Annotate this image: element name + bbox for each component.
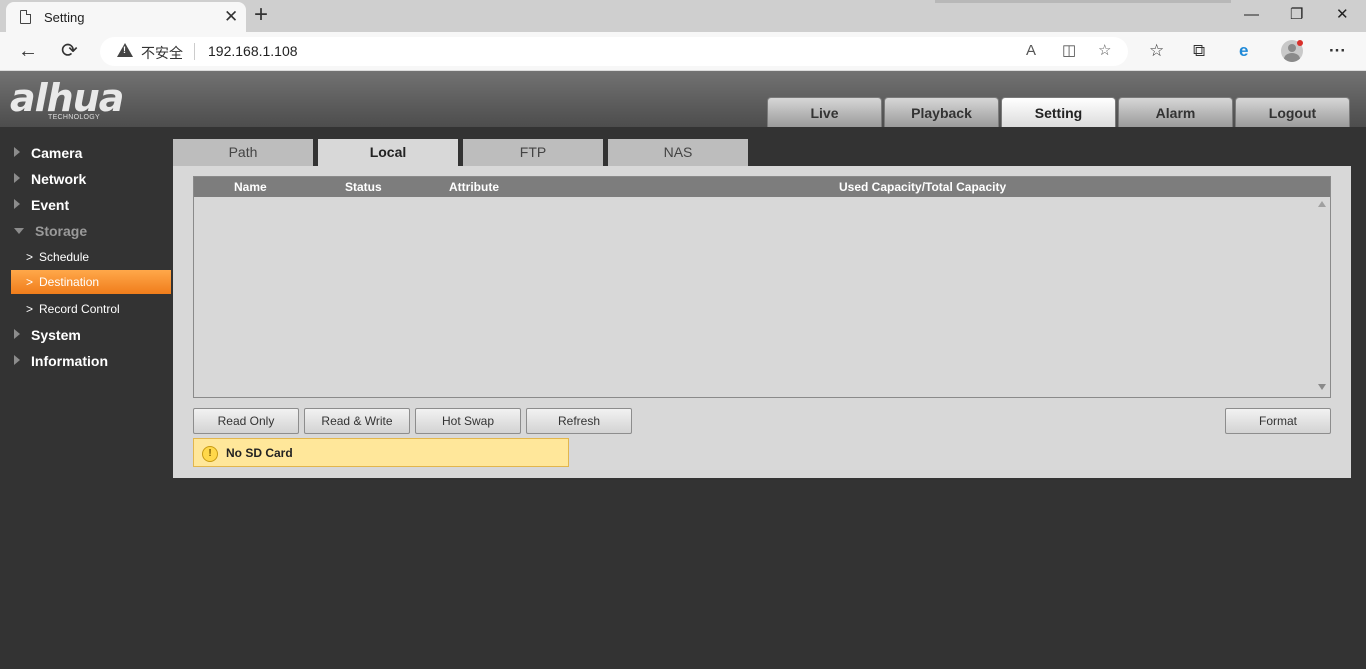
format-button[interactable]: Format: [1225, 408, 1331, 434]
collapse-arrow-icon: [14, 228, 24, 234]
logo-subtitle: TECHNOLOGY: [48, 114, 101, 121]
local-storage-panel: Name Status Attribute Used Capacity/Tota…: [173, 166, 1351, 478]
browser-tab[interactable]: Setting ✕: [6, 2, 246, 32]
sidebar-item-event[interactable]: Event: [14, 197, 69, 213]
table-header: Name Status Attribute Used Capacity/Tota…: [194, 177, 1330, 197]
dahua-logo: alhua: [10, 76, 124, 120]
favorites-icon[interactable]: ☆: [1149, 40, 1164, 62]
read-only-button[interactable]: Read Only: [193, 408, 299, 434]
column-attribute: Attribute: [449, 180, 499, 194]
column-status: Status: [345, 180, 382, 194]
profile-alert-dot: [1297, 40, 1303, 46]
split-screen-icon[interactable]: ◫: [1062, 42, 1076, 60]
storage-device-table[interactable]: Name Status Attribute Used Capacity/Tota…: [193, 176, 1331, 398]
close-window-icon[interactable]: ✕: [1336, 5, 1349, 25]
read-write-button[interactable]: Read & Write: [304, 408, 410, 434]
refresh-icon[interactable]: ⟳: [61, 39, 78, 63]
expand-arrow-icon: [14, 173, 20, 183]
tab-ftp[interactable]: FTP: [463, 139, 603, 166]
sidebar-item-camera[interactable]: Camera: [14, 145, 82, 161]
edge-icon[interactable]: e: [1239, 40, 1248, 62]
minimize-icon[interactable]: —: [1244, 5, 1259, 25]
add-favorite-icon[interactable]: ☆: [1098, 42, 1111, 60]
progress-strip: [935, 0, 1231, 3]
main-tab-logout[interactable]: Logout: [1235, 97, 1350, 127]
warning-icon[interactable]: [117, 43, 133, 57]
sidebar-subitem-destination[interactable]: > Destination: [11, 270, 171, 294]
page-icon: [20, 10, 31, 24]
sidebar-subitem-schedule[interactable]: > Schedule: [11, 245, 171, 269]
back-icon[interactable]: ←: [18, 39, 38, 63]
sidebar-item-label: Network: [31, 171, 87, 187]
browser-tab-strip: Setting ✕ + — ❐ ✕: [0, 0, 1366, 32]
column-capacity: Used Capacity/Total Capacity: [839, 180, 1007, 194]
url-text[interactable]: 192.168.1.108: [208, 43, 298, 59]
sidebar-item-label: Storage: [35, 223, 88, 239]
alert-icon: !: [202, 446, 218, 462]
tab-title: Setting: [44, 10, 85, 25]
sidebar-item-label: Information: [31, 353, 108, 369]
url-divider: [194, 43, 195, 60]
main-tab-playback[interactable]: Playback: [884, 97, 999, 127]
status-notice: ! No SD Card: [193, 438, 569, 467]
read-aloud-icon[interactable]: A: [1026, 42, 1036, 60]
close-tab-icon[interactable]: ✕: [224, 7, 238, 27]
sidebar-subitem-label: Schedule: [39, 250, 90, 264]
scroll-up-icon[interactable]: [1318, 201, 1326, 207]
sidebar-item-label: Event: [31, 197, 70, 213]
sidebar-subitem-record-control[interactable]: > Record Control: [11, 297, 171, 321]
notice-text: No SD Card: [226, 446, 293, 460]
address-bar[interactable]: 不安全 192.168.1.108 A ◫ ☆: [100, 37, 1128, 66]
expand-arrow-icon: [14, 147, 20, 157]
sidebar-item-network[interactable]: Network: [14, 171, 86, 187]
app-header: alhua TECHNOLOGY Live Playback Setting A…: [0, 71, 1366, 127]
security-label[interactable]: 不安全: [141, 43, 183, 63]
refresh-button[interactable]: Refresh: [526, 408, 632, 434]
sidebar-item-label: Camera: [31, 145, 83, 161]
address-toolbar: ← ⟳ 不安全 192.168.1.108 A ◫ ☆ ☆ ⧉ e ···: [0, 32, 1366, 71]
main-tab-live[interactable]: Live: [767, 97, 882, 127]
expand-arrow-icon: [14, 199, 20, 209]
sidebar-subitem-label: Record Control: [39, 302, 120, 316]
chevron-right-icon: >: [26, 302, 34, 316]
tab-nas[interactable]: NAS: [608, 139, 748, 166]
sidebar-item-storage[interactable]: Storage: [14, 223, 87, 239]
new-tab-icon[interactable]: +: [254, 2, 268, 28]
collections-icon[interactable]: ⧉: [1193, 40, 1205, 62]
chevron-right-icon: >: [26, 250, 34, 264]
more-icon[interactable]: ···: [1329, 40, 1346, 62]
tab-path[interactable]: Path: [173, 139, 313, 166]
tab-local[interactable]: Local: [318, 139, 458, 166]
sidebar-subitem-label: Destination: [39, 275, 100, 289]
main-tab-alarm[interactable]: Alarm: [1118, 97, 1233, 127]
sidebar-item-information[interactable]: Information: [14, 353, 108, 369]
sidebar-item-label: System: [31, 327, 81, 343]
sidebar-item-system[interactable]: System: [14, 327, 81, 343]
restore-icon[interactable]: ❐: [1290, 5, 1303, 25]
main-tab-setting[interactable]: Setting: [1001, 97, 1116, 127]
hot-swap-button[interactable]: Hot Swap: [415, 408, 521, 434]
expand-arrow-icon: [14, 355, 20, 365]
expand-arrow-icon: [14, 329, 20, 339]
scroll-down-icon[interactable]: [1318, 384, 1326, 390]
chevron-right-icon: >: [26, 275, 34, 289]
column-name: Name: [234, 180, 267, 194]
